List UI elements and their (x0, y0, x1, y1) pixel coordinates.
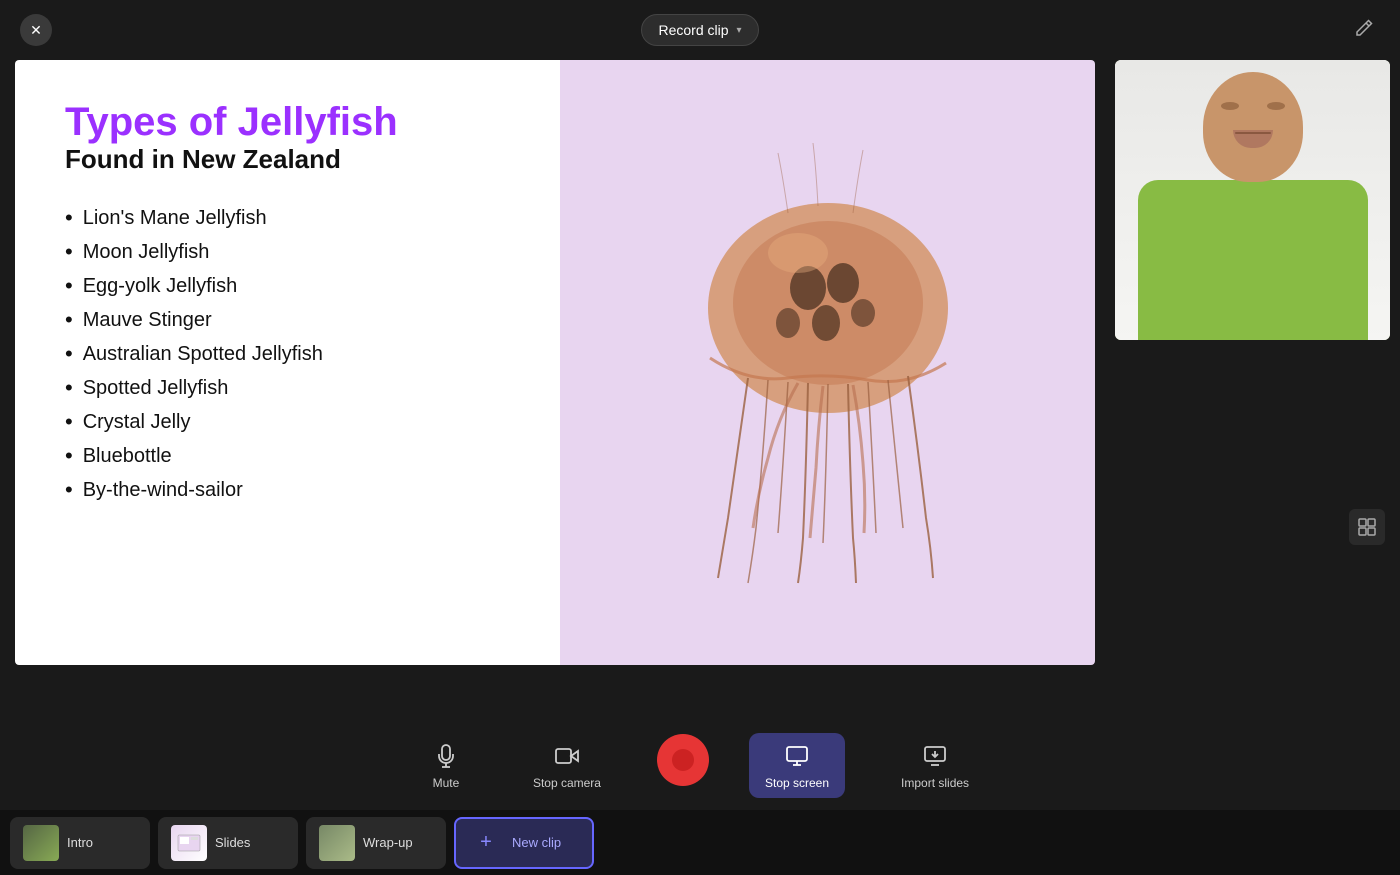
chevron-down-icon: ▾ (737, 25, 742, 36)
jellyfish-list: Lion's Mane Jellyfish Moon Jellyfish Egg… (65, 205, 510, 503)
stop-camera-button[interactable]: Stop camera (517, 733, 617, 798)
edit-icon (1354, 18, 1374, 43)
close-button[interactable]: ✕ (20, 14, 52, 46)
record-clip-label: Record clip (658, 22, 728, 38)
list-item: Bluebottle (65, 443, 510, 469)
clip-label-slides: Slides (215, 835, 250, 850)
clip-label-wrapup: Wrap-up (363, 835, 413, 850)
slide-title-main: Types of Jellyfish (65, 100, 510, 144)
list-item: Moon Jellyfish (65, 239, 510, 265)
slide-left-panel: Types of Jellyfish Found in New Zealand … (15, 60, 560, 665)
list-item: Australian Spotted Jellyfish (65, 341, 510, 367)
camera-feed (1115, 60, 1390, 340)
list-item: Egg-yolk Jellyfish (65, 273, 510, 299)
clip-item-new[interactable]: + New clip (454, 817, 594, 869)
mute-button[interactable]: Mute (415, 733, 477, 798)
camera-icon (552, 741, 582, 771)
clip-item-slides[interactable]: Slides (158, 817, 298, 869)
slide: Types of Jellyfish Found in New Zealand … (15, 60, 1095, 665)
clip-thumb-wrapup (319, 825, 355, 861)
bottom-toolbar: Mute Stop camera Stop screen (0, 720, 1400, 810)
clip-thumb-intro (23, 825, 59, 861)
edit-button[interactable] (1348, 14, 1380, 46)
screen-icon (782, 741, 812, 771)
stop-screen-label: Stop screen (765, 776, 829, 790)
person-body (1138, 180, 1368, 340)
stop-screen-button[interactable]: Stop screen (749, 733, 845, 798)
camera-person-view (1115, 60, 1390, 340)
list-item: Spotted Jellyfish (65, 375, 510, 401)
close-icon: ✕ (30, 22, 42, 39)
import-slides-icon (920, 741, 950, 771)
slide-container: Types of Jellyfish Found in New Zealand … (15, 60, 1105, 720)
clip-item-intro[interactable]: Intro (10, 817, 150, 869)
list-item: Lion's Mane Jellyfish (65, 205, 510, 231)
list-item: Mauve Stinger (65, 307, 510, 333)
clip-strip: Intro Slides Wrap-up + New clip (0, 810, 1400, 875)
list-item: Crystal Jelly (65, 409, 510, 435)
person-head (1203, 72, 1303, 182)
import-slides-label: Import slides (901, 776, 969, 790)
clip-item-wrapup[interactable]: Wrap-up (306, 817, 446, 869)
import-slides-button[interactable]: Import slides (885, 733, 985, 798)
layout-toggle-button[interactable] (1349, 509, 1385, 545)
top-bar: ✕ Record clip ▾ (0, 0, 1400, 60)
clip-label-intro: Intro (67, 835, 93, 850)
slide-right-panel (560, 60, 1095, 665)
stop-camera-label: Stop camera (533, 776, 601, 790)
mute-icon (431, 741, 461, 771)
list-item: By-the-wind-sailor (65, 477, 510, 503)
record-button[interactable] (657, 734, 709, 786)
record-clip-button[interactable]: Record clip ▾ (641, 14, 758, 46)
clip-thumb-new: + (468, 825, 504, 861)
clip-label-new: New clip (512, 835, 561, 850)
person-silhouette (1138, 72, 1368, 340)
clip-thumb-slides (171, 825, 207, 861)
jellyfish-illustration (668, 138, 988, 588)
mute-label: Mute (433, 776, 460, 790)
slide-title-sub: Found in New Zealand (65, 144, 510, 175)
main-content: Types of Jellyfish Found in New Zealand … (0, 60, 1400, 720)
